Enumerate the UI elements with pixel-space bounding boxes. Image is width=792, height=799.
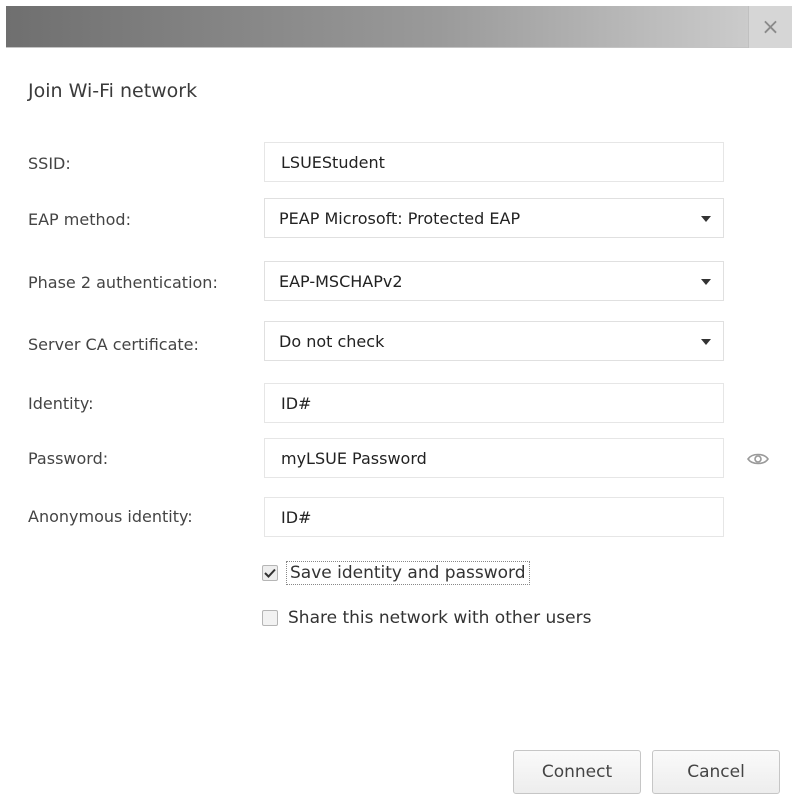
cancel-button[interactable]: Cancel xyxy=(652,750,780,794)
title-bar: × xyxy=(6,6,792,48)
password-value: myLSUE Password xyxy=(281,448,427,468)
chevron-down-icon xyxy=(701,216,711,222)
identity-input[interactable]: ID# xyxy=(264,383,724,423)
eap-method-label: EAP method: xyxy=(28,210,131,229)
close-button[interactable]: × xyxy=(748,6,792,48)
password-input[interactable]: myLSUE Password xyxy=(264,438,724,478)
password-label: Password: xyxy=(28,449,109,468)
ssid-value: LSUEStudent xyxy=(281,152,385,172)
chevron-down-icon xyxy=(701,339,711,345)
save-identity-checkbox[interactable] xyxy=(262,565,278,581)
identity-label: Identity: xyxy=(28,394,94,413)
phase2-auth-label: Phase 2 authentication: xyxy=(28,273,218,292)
share-network-checkbox[interactable] xyxy=(262,610,278,626)
eye-icon xyxy=(747,453,769,465)
server-ca-value: Do not check xyxy=(279,331,385,351)
chevron-down-icon xyxy=(701,279,711,285)
phase2-auth-select[interactable]: EAP-MSCHAPv2 xyxy=(264,261,724,301)
phase2-auth-value: EAP-MSCHAPv2 xyxy=(279,271,403,291)
anonymous-identity-value: ID# xyxy=(281,507,312,527)
close-icon: × xyxy=(761,14,780,40)
save-identity-option: Save identity and password xyxy=(262,561,530,585)
connect-button[interactable]: Connect xyxy=(513,750,641,794)
eap-method-value: PEAP Microsoft: Protected EAP xyxy=(279,208,521,228)
ssid-input[interactable]: LSUEStudent xyxy=(264,142,724,182)
checkmark-icon xyxy=(264,568,276,578)
save-identity-label[interactable]: Save identity and password xyxy=(286,561,530,585)
identity-value: ID# xyxy=(281,393,312,413)
share-network-label[interactable]: Share this network with other users xyxy=(288,608,591,628)
ssid-label: SSID: xyxy=(28,154,71,173)
show-password-button[interactable] xyxy=(745,448,771,470)
server-ca-label: Server CA certificate: xyxy=(28,335,199,354)
server-ca-select[interactable]: Do not check xyxy=(264,321,724,361)
anonymous-identity-input[interactable]: ID# xyxy=(264,497,724,537)
dialog-title: Join Wi-Fi network xyxy=(28,80,198,102)
share-network-option: Share this network with other users xyxy=(262,608,591,628)
anonymous-identity-label: Anonymous identity: xyxy=(28,507,193,526)
join-wifi-dialog: × Join Wi-Fi network SSID: LSUEStudent E… xyxy=(0,0,792,799)
eap-method-select[interactable]: PEAP Microsoft: Protected EAP xyxy=(264,198,724,238)
